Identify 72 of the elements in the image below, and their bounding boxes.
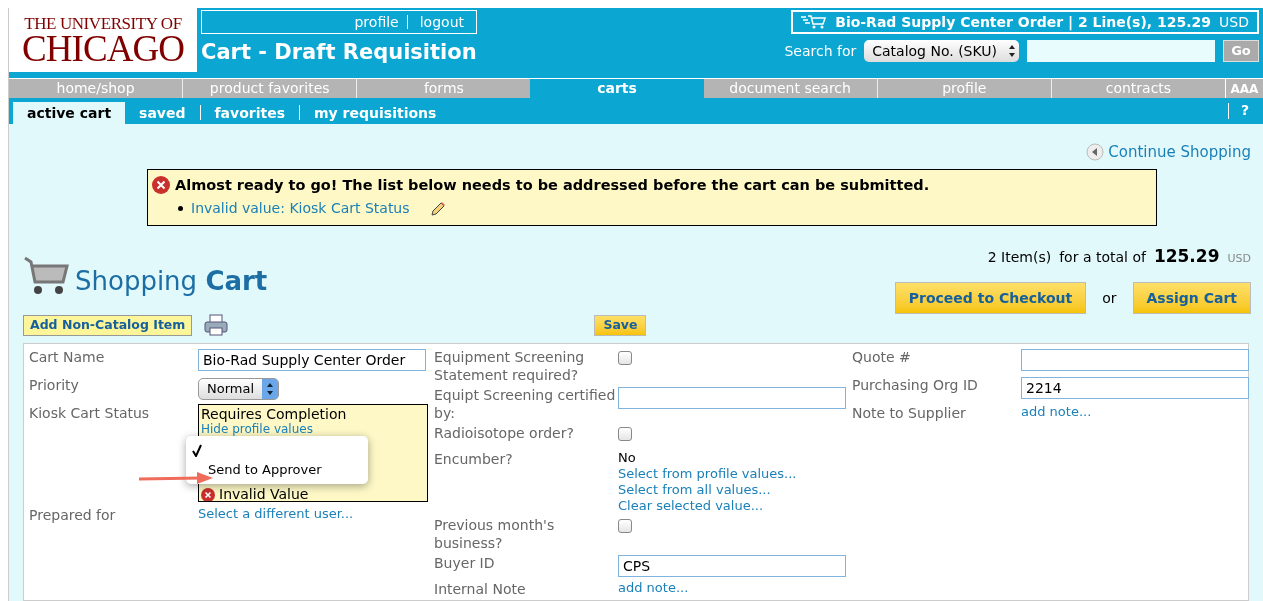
status-text: Requires Completion	[201, 405, 348, 423]
checkbox[interactable]	[618, 351, 632, 365]
go-button[interactable]: Go	[1223, 40, 1259, 62]
currency-text: USD	[1227, 250, 1251, 267]
subnav-tab[interactable]: active cart	[13, 102, 126, 124]
text-field[interactable]: CPS	[618, 555, 846, 577]
total-amount: 125.29	[1153, 244, 1220, 268]
text-field[interactable]	[618, 387, 846, 409]
field-label: Prepared for	[29, 506, 117, 524]
subnav-tab[interactable]: saved	[125, 102, 200, 124]
add-item-button[interactable]: Add Non-Catalog Item	[23, 314, 193, 336]
field-link[interactable]: Select from profile values...	[618, 466, 797, 482]
field-label: Equipt Screening certified by:	[434, 386, 617, 422]
field-label: Encumber?	[434, 450, 514, 468]
logout-link[interactable]: logout	[406, 15, 464, 29]
back-icon	[1086, 143, 1105, 162]
total-label: for a total of	[1059, 247, 1146, 267]
shopping-cart-icon	[23, 255, 71, 296]
field-link[interactable]: Select a different user...	[198, 506, 354, 522]
hide-profile-link[interactable]: Hide profile values	[201, 423, 425, 436]
subnav-tab[interactable]: favorites	[200, 102, 300, 124]
search-label: Search for	[784, 41, 857, 61]
error-text: Invalid Value	[219, 485, 309, 501]
printer-icon[interactable]	[204, 314, 229, 336]
check-icon	[192, 443, 202, 457]
text-field[interactable]: 2214	[1021, 377, 1249, 399]
field-label: Purchasing Org ID	[852, 376, 979, 394]
field-label: Equipment Screening Statement required?	[434, 348, 586, 384]
profile-link[interactable]: profile	[354, 11, 399, 33]
menu-item[interactable]: Send to Approver	[186, 460, 368, 480]
stepper-icon	[262, 378, 279, 399]
error-icon	[201, 487, 215, 501]
priority-select[interactable]: Normal	[198, 377, 280, 400]
subnav-tab[interactable]: my requisitions	[300, 102, 451, 124]
or-text: or	[1102, 288, 1117, 308]
field-label: Radioisotope order?	[434, 424, 575, 442]
alert-message: Almost ready to go! The list below needs to be addressed before the cart can be submitted.	[175, 175, 930, 195]
field-label: Internal Note	[434, 580, 527, 598]
save-button[interactable]: Save	[594, 314, 647, 336]
cart-icon	[801, 15, 828, 29]
cart-summary[interactable]: Bio-Rad Supply Center Order | 2 Line(s), 125.29 USD	[791, 10, 1259, 34]
page-title: Cart - Draft Requisition	[201, 39, 477, 66]
checkbox[interactable]	[618, 427, 632, 441]
continue-shopping-link[interactable]: Continue Shopping	[1108, 141, 1251, 164]
field-label: Quote #	[852, 348, 912, 366]
logo-wordmark: CHICAGO	[21, 31, 185, 66]
help-link[interactable]: ?	[1240, 100, 1263, 124]
field-label: Previous month's business?	[434, 516, 556, 552]
checkbox[interactable]	[618, 519, 632, 533]
assign-cart-button[interactable]: Assign Cart	[1132, 282, 1251, 314]
text-field[interactable]	[1021, 349, 1249, 371]
logo-line: THE UNIVERSITY OF	[24, 14, 182, 32]
search-field[interactable]	[1027, 40, 1215, 62]
field-label: Kiosk Cart Status	[29, 404, 151, 422]
pencil-icon[interactable]	[429, 200, 446, 217]
field-label: Cart Name	[29, 348, 106, 366]
item-count: 2 Item(s)	[987, 247, 1052, 267]
bullet-icon	[178, 206, 183, 212]
alert-link[interactable]: Invalid value: Kiosk Cart Status	[191, 198, 410, 220]
error-icon	[152, 176, 170, 195]
field-link[interactable]: add note...	[618, 580, 689, 596]
text-field[interactable]: Bio-Rad Supply Center Order	[198, 349, 426, 371]
field-label: Buyer ID	[434, 554, 496, 572]
cart-heading: Shopping Cart	[75, 265, 268, 296]
checkout-button[interactable]: Proceed to Checkout	[894, 282, 1087, 314]
field-link[interactable]: Select from all values...	[618, 482, 797, 498]
field-value: No	[618, 450, 637, 466]
search-type-select[interactable]: Catalog No. (SKU)	[864, 40, 1019, 62]
field-link[interactable]: add note...	[1021, 404, 1092, 420]
field-label: Priority	[29, 376, 80, 394]
field-link[interactable]: Clear selected value...	[618, 498, 797, 514]
field-label: Note to Supplier	[852, 404, 967, 422]
